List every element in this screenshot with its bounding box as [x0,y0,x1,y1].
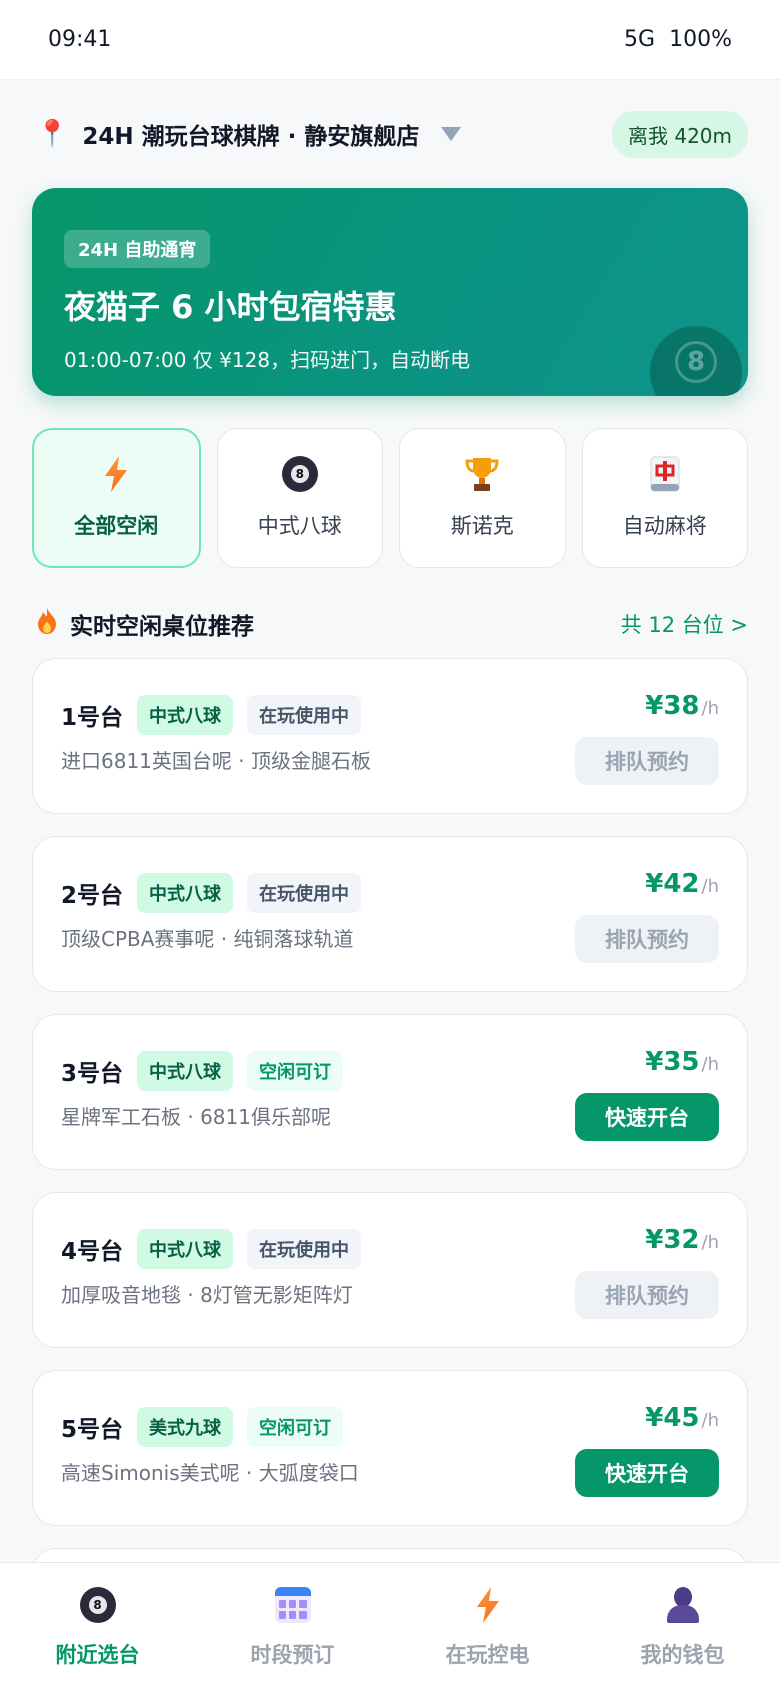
tab-label: 我的钱包 [640,1643,725,1667]
status-badge: 空闲可订 [247,1407,344,1447]
table-name: 5号台 [61,1417,124,1443]
eight-ball-icon: 8 [79,1587,116,1623]
tab-label: 时段预订 [250,1643,335,1667]
lightning-icon [98,456,134,492]
bottom-tab-bar: 8 附近选台 时段预订 在玩控电 我的钱包 [0,1562,780,1688]
queue-reserve-button[interactable]: 排队预约 [575,915,719,963]
status-badge: 空闲可订 [247,1051,344,1091]
table-type-tag: 中式八球 [137,1229,234,1269]
status-indicators: 5G 100% [624,27,732,52]
tab-power-control[interactable]: 在玩控电 [390,1563,585,1688]
section-title: 实时空闲桌位推荐 [36,607,254,641]
price: ¥42 /h [645,869,719,899]
price-unit: /h [701,1232,719,1253]
store-header: 📍 24H 潮玩台球棋牌 · 静安旗舰店 离我 420m [0,80,780,188]
price-unit: /h [701,876,719,897]
queue-reserve-button[interactable]: 排队预约 [575,1271,719,1319]
calendar-icon [274,1587,311,1623]
table-type-tag: 中式八球 [137,1051,234,1091]
price: ¥38 /h [645,691,719,721]
category-label: 中式八球 [257,514,342,538]
price: ¥35 /h [645,1047,719,1077]
eight-ball-decoration-icon: 8 [650,326,742,396]
price-unit: /h [701,1410,719,1431]
battery-indicator: 100% [669,27,732,52]
table-description: 进口6811英国台呢 · 顶级金腿石板 [61,749,371,773]
table-card[interactable]: 5号台 美式九球 空闲可订 高速Simonis美式呢 · 大弧度袋口 ¥45 /… [32,1370,748,1526]
table-description: 顶级CPBA赛事呢 · 纯铜落球轨道 [61,927,354,951]
price-value: ¥38 [645,691,700,721]
status-badge: 在玩使用中 [247,695,362,735]
lightning-icon [470,1587,506,1623]
table-card[interactable]: 4号台 中式八球 在玩使用中 加厚吸音地毯 · 8灯管无影矩阵灯 ¥32 /h … [32,1192,748,1348]
user-icon [665,1587,701,1623]
table-type-tag: 中式八球 [137,873,234,913]
table-description: 加厚吸音地毯 · 8灯管无影矩阵灯 [61,1283,353,1307]
price-unit: /h [701,1054,719,1075]
network-indicator: 5G [624,27,656,52]
table-card[interactable]: 1号台 中式八球 在玩使用中 进口6811英国台呢 · 顶级金腿石板 ¥38 /… [32,658,748,814]
table-list: 1号台 中式八球 在玩使用中 进口6811英国台呢 · 顶级金腿石板 ¥38 /… [32,658,748,1608]
table-description: 高速Simonis美式呢 · 大弧度袋口 [61,1461,359,1485]
table-card[interactable]: 2号台 中式八球 在玩使用中 顶级CPBA赛事呢 · 纯铜落球轨道 ¥42 /h… [32,836,748,992]
quick-open-button[interactable]: 快速开台 [575,1449,719,1497]
table-name: 2号台 [61,883,124,909]
price: ¥45 /h [645,1403,719,1433]
category-label: 自动麻将 [622,514,707,538]
category-mahjong[interactable]: 自动麻将 [581,428,748,568]
table-name: 1号台 [61,705,124,731]
table-type-tag: 美式九球 [137,1407,234,1447]
table-name: 3号台 [61,1061,124,1087]
chevron-down-icon[interactable] [441,127,462,141]
table-name: 4号台 [61,1239,124,1265]
category-snooker[interactable]: 斯诺克 [399,428,566,568]
fire-icon [36,608,58,640]
category-eight-ball[interactable]: 8 中式八球 [216,428,383,568]
price-value: ¥32 [645,1225,700,1255]
status-badge: 在玩使用中 [247,873,362,913]
status-time: 09:41 [48,27,112,52]
price-value: ¥45 [645,1403,700,1433]
tab-label: 附近选台 [55,1643,140,1667]
banner-subtitle: 01:00-07:00 仅 ¥128，扫码进门，自动断电 [64,348,471,372]
banner-title: 夜猫子 6 小时包宿特惠 [64,288,397,326]
tab-booking[interactable]: 时段预订 [195,1563,390,1688]
price-value: ¥35 [645,1047,700,1077]
price: ¥32 /h [645,1225,719,1255]
location-pin-icon: 📍 [36,119,69,149]
view-all-link[interactable]: 共 12 台位 > [621,609,748,639]
distance-badge: 离我 420m [611,110,748,158]
category-all-free[interactable]: 全部空闲 [32,428,201,568]
status-badge: 在玩使用中 [247,1229,362,1269]
category-label: 全部空闲 [74,514,159,538]
table-description: 星牌军工石板 · 6811俱乐部呢 [61,1105,331,1129]
tab-nearby[interactable]: 8 附近选台 [0,1563,195,1688]
eight-ball-icon: 8 [281,456,318,492]
quick-open-button[interactable]: 快速开台 [575,1093,719,1141]
category-filter: 全部空闲 8 中式八球 斯诺克 自动麻将 [32,428,748,568]
tab-label: 在玩控电 [445,1643,530,1667]
store-selector[interactable]: 📍 24H 潮玩台球棋牌 · 静安旗舰店 [36,117,462,151]
banner-tag: 24H 自助通宵 [64,230,211,268]
banner-ball-number: 8 [675,341,717,383]
mahjong-icon [647,456,683,492]
section-header: 实时空闲桌位推荐 共 12 台位 > [36,604,748,644]
price-unit: /h [701,698,719,719]
tab-wallet[interactable]: 我的钱包 [585,1563,780,1688]
table-type-tag: 中式八球 [137,695,234,735]
trophy-icon [464,456,500,492]
table-card[interactable]: 3号台 中式八球 空闲可订 星牌军工石板 · 6811俱乐部呢 ¥35 /h 快… [32,1014,748,1170]
status-bar: 09:41 5G 100% [0,0,780,80]
store-name: 24H 潮玩台球棋牌 · 静安旗舰店 [82,124,420,150]
price-value: ¥42 [645,869,700,899]
queue-reserve-button[interactable]: 排队预约 [575,737,719,785]
section-title-text: 实时空闲桌位推荐 [70,614,254,640]
promo-banner[interactable]: 24H 自助通宵 夜猫子 6 小时包宿特惠 01:00-07:00 仅 ¥128… [32,188,748,396]
category-label: 斯诺克 [450,514,514,538]
